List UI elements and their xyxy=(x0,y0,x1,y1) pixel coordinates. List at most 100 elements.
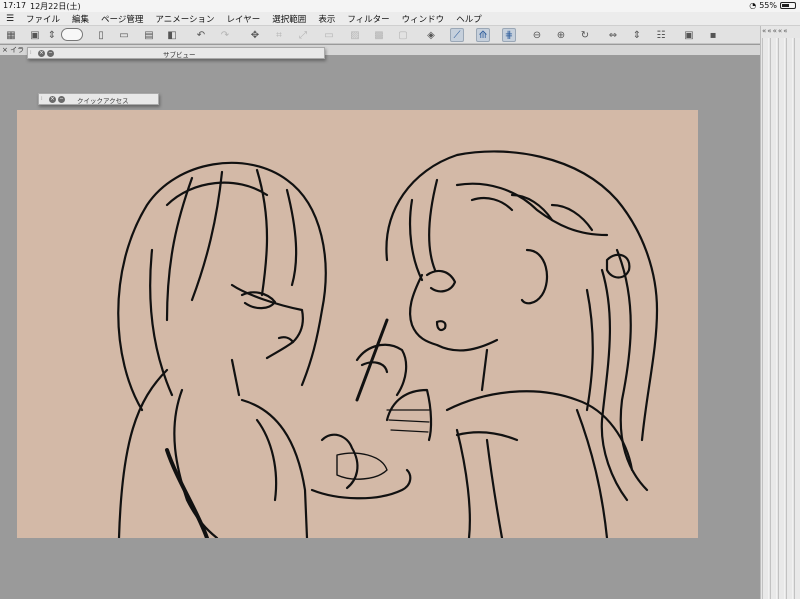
right-girl-hand xyxy=(355,343,408,397)
drag-handle-icon[interactable]: ⁞ xyxy=(41,96,43,102)
left-girl-hand xyxy=(320,433,359,490)
tone-icon[interactable]: ▩ xyxy=(372,28,386,42)
right-girl-sleeve xyxy=(385,388,433,442)
menu-edit[interactable]: 編集 xyxy=(66,13,95,25)
line-art-illustration xyxy=(117,150,659,538)
clip-studio-window: 17:17 12月22日(土) ◔ 55% ☰ ファイル 編集 ページ管理 アニ… xyxy=(0,0,800,599)
chevron-left-icon[interactable]: « xyxy=(762,27,766,35)
chevron-left-icon[interactable]: « xyxy=(783,27,787,35)
right-girl-hoodie xyxy=(485,438,504,538)
quick-access-panel[interactable]: ⁞ × − クイックアクセス xyxy=(38,93,159,105)
right-girl-hair-strand xyxy=(428,178,439,272)
new-file-icon[interactable]: ▯ xyxy=(94,28,108,42)
snap-ruler-icon[interactable]: ⟋ xyxy=(450,28,464,42)
menu-view[interactable]: 表示 xyxy=(312,13,341,25)
menu-file[interactable]: ファイル xyxy=(20,13,66,25)
menu-window[interactable]: ウィンドウ xyxy=(396,13,451,25)
quick-access-title: クイックアクセス xyxy=(77,97,129,105)
cup-outline xyxy=(336,452,388,480)
flip-h-icon[interactable]: ⇔ xyxy=(606,28,620,42)
right-girl-mouth xyxy=(435,320,447,332)
menu-filter[interactable]: フィルター xyxy=(341,13,395,25)
app-menu-icon[interactable]: ☰ xyxy=(0,14,20,24)
dock-panel-column[interactable] xyxy=(794,38,800,599)
dock-panel-column[interactable] xyxy=(770,38,777,599)
dock-collapse-arrows[interactable]: « « « « « xyxy=(761,26,800,36)
lasso-icon[interactable] xyxy=(61,28,83,41)
left-girl-hair-strand xyxy=(255,168,269,297)
right-girl-eye xyxy=(425,269,457,293)
right-girl-ear xyxy=(520,248,549,305)
right-girl-hoodie xyxy=(455,428,471,538)
menu-bar: ☰ ファイル 編集 ページ管理 アニメーション レイヤー 選択範囲 表示 フィル… xyxy=(0,12,800,26)
flip-v-icon[interactable]: ⇕ xyxy=(630,28,644,42)
color-icon[interactable]: ▢ xyxy=(396,28,410,42)
panel-icon[interactable]: ▪ xyxy=(706,28,720,42)
grid-icon[interactable]: ▦ xyxy=(4,28,18,42)
left-girl-hair-strand xyxy=(165,176,194,322)
dock-panel-column[interactable] xyxy=(786,38,793,599)
zoom-icon[interactable]: ⊕ xyxy=(554,28,568,42)
pipette-straw xyxy=(355,318,389,402)
menu-layer[interactable]: レイヤー xyxy=(221,13,267,25)
right-girl-braid xyxy=(550,203,594,232)
left-girl-eye xyxy=(240,291,277,310)
drawing-canvas[interactable] xyxy=(17,110,698,538)
clear-icon[interactable]: ▭ xyxy=(322,28,336,42)
right-girl-hair-strand xyxy=(615,248,649,492)
drag-handle-icon[interactable]: ⁞ xyxy=(30,50,32,56)
right-girl-cuff xyxy=(386,409,430,433)
crop-icon[interactable]: ⌗ xyxy=(272,28,286,42)
redo-icon[interactable]: ↷ xyxy=(218,28,232,42)
close-icon[interactable]: × xyxy=(38,50,45,57)
right-girl-hair-ornament xyxy=(605,253,631,279)
close-icon[interactable]: × xyxy=(49,96,56,103)
undo-icon[interactable]: ↶ xyxy=(194,28,208,42)
minimize-icon[interactable]: − xyxy=(58,96,65,103)
right-girl-braid xyxy=(470,196,514,212)
spin-arrows-icon[interactable]: ⇕ xyxy=(45,28,59,42)
battery-icon xyxy=(780,2,796,9)
right-girl-finger xyxy=(360,361,389,374)
page-icon[interactable]: ◧ xyxy=(165,28,179,42)
fill-icon[interactable]: ▨ xyxy=(348,28,362,42)
fit-window-icon[interactable]: ▣ xyxy=(682,28,696,42)
subview-title: サブビュー xyxy=(163,51,196,59)
menu-page-management[interactable]: ページ管理 xyxy=(95,13,149,25)
rotate-icon[interactable]: ↻ xyxy=(578,28,592,42)
status-date: 12月22日(土) xyxy=(30,2,81,11)
menu-animation[interactable]: アニメーション xyxy=(149,13,220,25)
menu-help[interactable]: ヘルプ xyxy=(450,13,488,25)
left-girl-hoodie-fold xyxy=(165,448,209,538)
right-girl-hair-strand xyxy=(600,268,629,502)
open-file-icon[interactable]: ▭ xyxy=(117,28,131,42)
snap-special-ruler-icon[interactable]: ⟰ xyxy=(476,28,490,42)
layer-color-icon[interactable]: ◈ xyxy=(424,28,438,42)
left-girl-hand-lower xyxy=(310,468,412,500)
chevron-left-icon[interactable]: « xyxy=(778,27,782,35)
left-girl-hair-strand xyxy=(190,170,224,302)
view-list-icon[interactable]: ☷ xyxy=(654,28,668,42)
subview-panel[interactable]: ⁞ × − サブビュー xyxy=(27,47,325,59)
rotate-reset-icon[interactable]: ⊖ xyxy=(530,28,544,42)
selection-transform-icon[interactable]: ✥ xyxy=(248,28,262,42)
wifi-icon: ◔ xyxy=(749,1,757,10)
right-girl-hair xyxy=(385,150,659,442)
snap-grid-icon[interactable]: ⋕ xyxy=(502,28,516,42)
menu-selection[interactable]: 選択範囲 xyxy=(266,13,312,25)
right-girl-hair-strand xyxy=(585,288,594,412)
chevron-left-icon[interactable]: « xyxy=(767,27,771,35)
dock-panel-column[interactable] xyxy=(778,38,785,599)
minimize-icon[interactable]: − xyxy=(47,50,54,57)
right-girl-neck xyxy=(480,348,489,392)
battery-percent: 55% xyxy=(759,1,777,10)
dock-panel-column[interactable] xyxy=(762,38,769,599)
save-icon[interactable]: ▤ xyxy=(142,28,156,42)
window-icon[interactable]: ▣ xyxy=(28,28,42,42)
document-tab[interactable]: × イラ xyxy=(2,45,24,55)
status-right: ◔ 55% xyxy=(749,1,796,10)
right-girl-hair-strand xyxy=(408,198,424,282)
fit-icon[interactable]: ⤢ xyxy=(296,28,310,42)
chevron-left-icon[interactable]: « xyxy=(773,27,777,35)
right-dock: « « « « « xyxy=(760,26,800,599)
